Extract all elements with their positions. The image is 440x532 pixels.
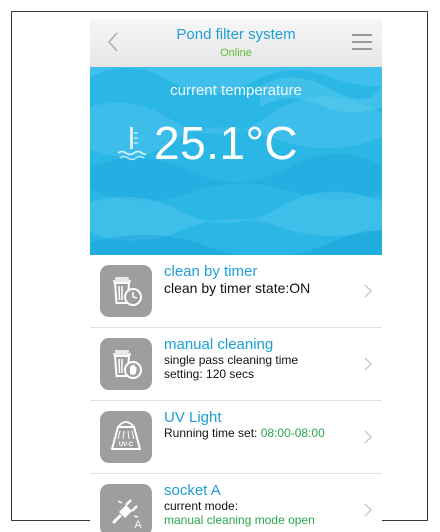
item-title: socket A <box>164 482 221 499</box>
item-detail: clean by timer state:ON <box>164 280 311 296</box>
list-item-clean-by-timer[interactable]: clean by timer clean by timer state:ON <box>90 255 382 328</box>
trash-hand-icon <box>100 338 152 390</box>
socket-mode-value: manual cleaning mode open <box>164 513 315 527</box>
chevron-right-icon <box>364 430 372 444</box>
back-button[interactable] <box>102 27 124 57</box>
list-item-socket-a[interactable]: A socket A current mode: manual cleaning… <box>90 474 382 532</box>
list-item-manual-cleaning[interactable]: manual cleaning single pass cleaning tim… <box>90 328 382 401</box>
list-item-uv-light[interactable]: UV-C UV Light Running time set: 08:00-08… <box>90 401 382 474</box>
chevron-right-icon <box>364 284 372 298</box>
thermometer-water-icon <box>118 127 146 161</box>
temperature-panel: current temperature 25.1°C <box>90 67 382 255</box>
running-time-value: 08:00-08:00 <box>260 426 325 440</box>
connection-status: Online <box>220 47 252 59</box>
chevron-right-icon <box>364 503 372 517</box>
app-screen: Pond filter system Online current temper… <box>90 19 382 532</box>
temperature-label: current temperature <box>170 82 302 99</box>
feature-list: clean by timer clean by timer state:ON m… <box>90 255 382 532</box>
item-title: UV Light <box>164 409 222 426</box>
item-title: clean by timer <box>164 263 258 280</box>
chevron-left-icon <box>107 32 118 52</box>
hamburger-menu-icon[interactable] <box>352 34 372 54</box>
svg-text:UV-C: UV-C <box>119 442 134 448</box>
temperature-value: 25.1°C <box>154 117 299 169</box>
temperature-readout: 25.1°C <box>118 111 298 175</box>
item-detail-line2: setting: 120 secs <box>164 367 255 381</box>
page-title: Pond filter system <box>176 26 296 43</box>
uv-lamp-icon: UV-C <box>100 411 152 463</box>
trash-clock-icon <box>100 265 152 317</box>
item-detail-line1: single pass cleaning time <box>164 353 299 367</box>
item-title: manual cleaning <box>164 336 274 353</box>
plug-socket-icon: A <box>100 484 152 532</box>
item-detail-line1: current mode: <box>164 499 239 513</box>
item-detail: Running time set: 08:00-08:00 <box>164 426 325 440</box>
svg-text:A: A <box>134 519 142 531</box>
nav-header: Pond filter system Online <box>90 19 382 67</box>
chevron-right-icon <box>364 357 372 371</box>
